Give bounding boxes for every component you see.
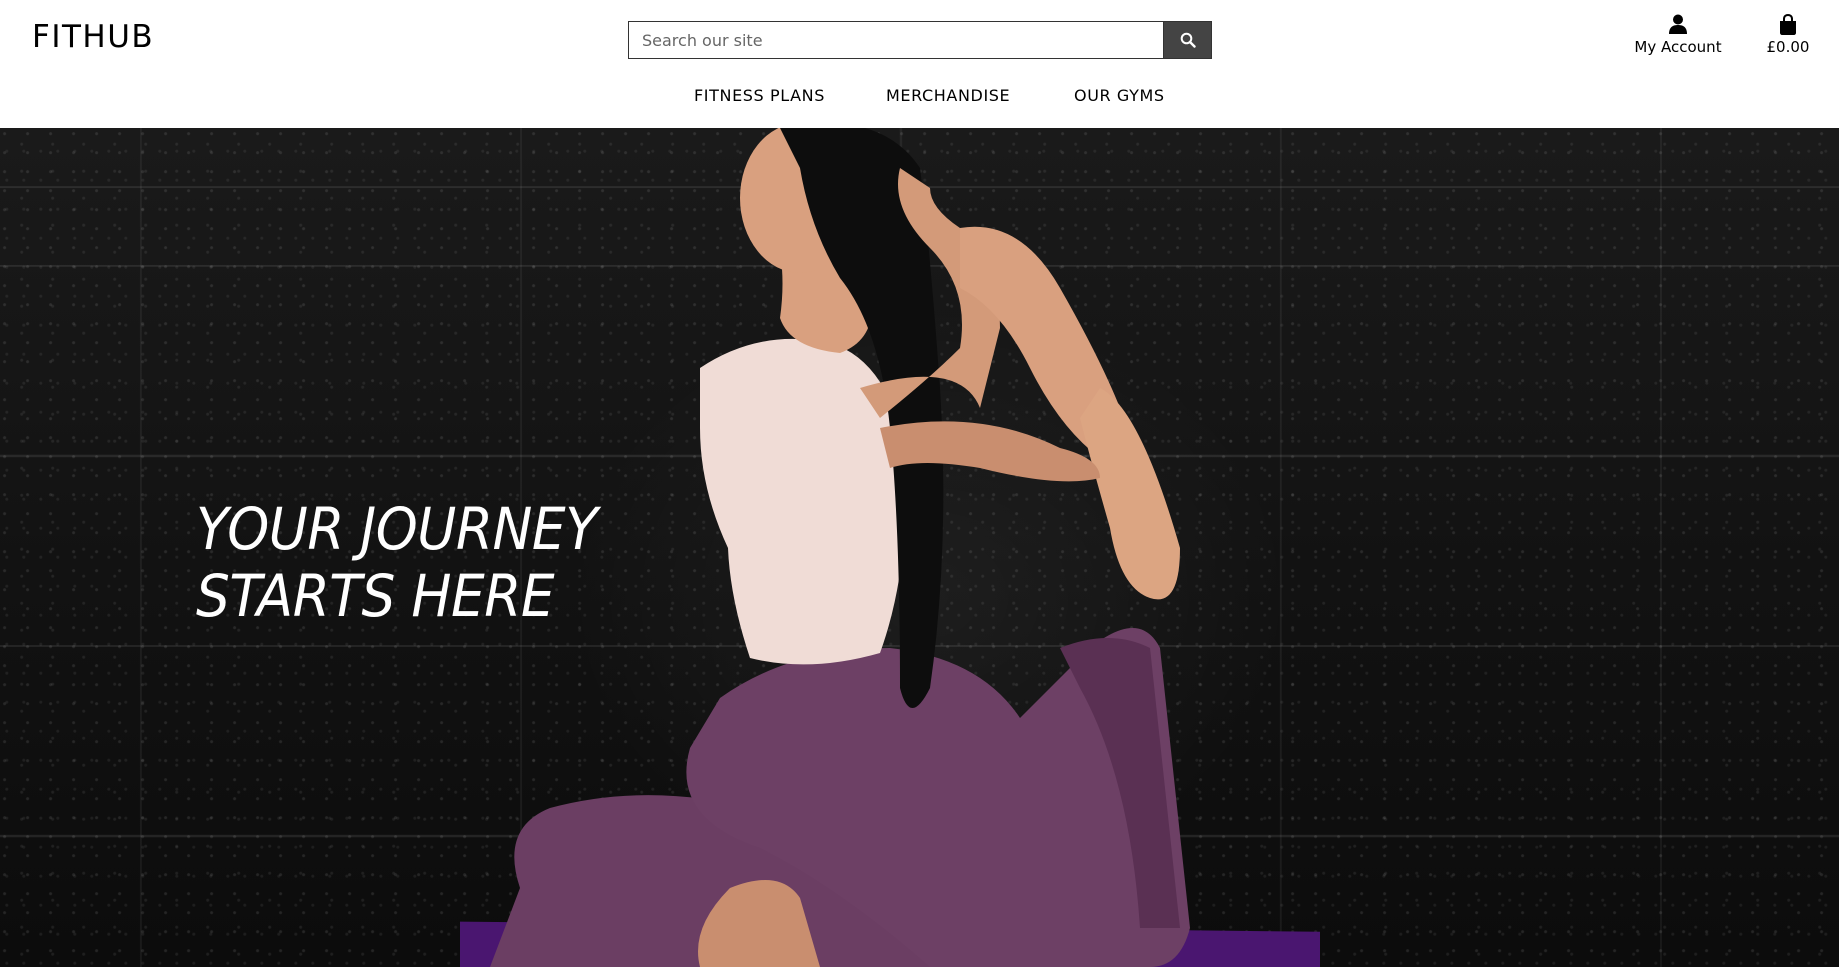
hero-banner: YOUR JOURNEY STARTS HERE bbox=[0, 128, 1839, 967]
search-button[interactable] bbox=[1163, 21, 1212, 59]
user-icon bbox=[1630, 14, 1726, 36]
search-icon bbox=[1180, 32, 1196, 48]
nav-item-fitness-plans[interactable]: FITNESS PLANS bbox=[694, 86, 825, 105]
bag-total: £0.00 bbox=[1766, 38, 1810, 56]
hero-headline: YOUR JOURNEY STARTS HERE bbox=[196, 495, 598, 630]
search-input[interactable] bbox=[628, 21, 1163, 59]
nav-item-our-gyms[interactable]: OUR GYMS bbox=[1074, 86, 1165, 105]
shopping-bag-link[interactable]: £0.00 bbox=[1756, 13, 1820, 56]
hero-headline-line2: STARTS HERE bbox=[196, 562, 555, 630]
my-account-label: My Account bbox=[1634, 38, 1722, 56]
site-logo[interactable]: FITHUB bbox=[32, 19, 154, 55]
site-header: FITHUB My Account £0.00 FITNESS bbox=[0, 0, 1839, 128]
nav-item-merchandise[interactable]: MERCHANDISE bbox=[886, 86, 1010, 105]
shopping-bag-icon bbox=[1756, 13, 1820, 36]
my-account-link[interactable]: My Account bbox=[1630, 14, 1726, 56]
hero-headline-line1: YOUR JOURNEY bbox=[196, 495, 598, 563]
search-bar bbox=[628, 21, 1212, 59]
main-nav: FITNESS PLANS MERCHANDISE OUR GYMS bbox=[0, 86, 1839, 112]
